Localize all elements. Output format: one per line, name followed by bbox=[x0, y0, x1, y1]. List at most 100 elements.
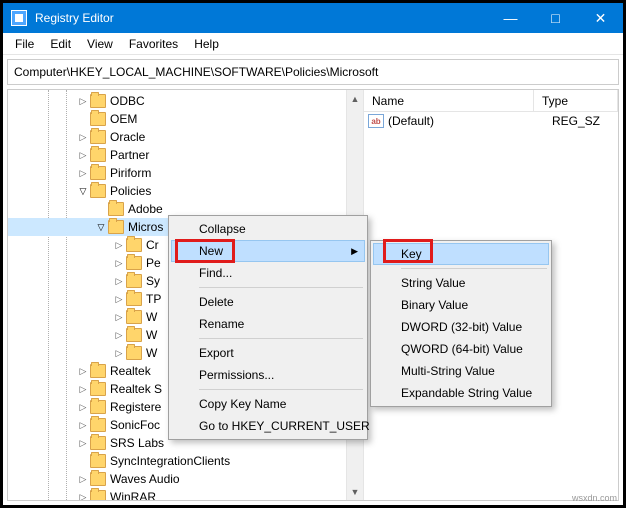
address-path: Computer\HKEY_LOCAL_MACHINE\SOFTWARE\Pol… bbox=[14, 65, 378, 79]
ctx-item-label: Key bbox=[401, 247, 422, 261]
ctx-item-delete[interactable]: Delete bbox=[171, 291, 365, 313]
caret-right-icon[interactable] bbox=[76, 168, 90, 179]
folder-icon bbox=[126, 256, 142, 270]
caret-right-icon[interactable] bbox=[112, 276, 126, 287]
caret-right-icon[interactable] bbox=[76, 420, 90, 431]
folder-icon bbox=[126, 328, 142, 342]
ctx-item-label: Permissions... bbox=[199, 368, 274, 382]
minimize-button[interactable]: — bbox=[488, 3, 533, 33]
menu-edit[interactable]: Edit bbox=[42, 35, 79, 53]
folder-icon bbox=[90, 148, 106, 162]
tree-item[interactable]: Piriform bbox=[8, 164, 363, 182]
list-row[interactable]: ab(Default)REG_SZ bbox=[364, 112, 618, 130]
tree-item-label: SRS Labs bbox=[110, 436, 164, 450]
tree-item[interactable]: Waves Audio bbox=[8, 470, 363, 488]
caret-right-icon[interactable] bbox=[112, 258, 126, 269]
folder-icon bbox=[90, 382, 106, 396]
ctx-item-copy-key-name[interactable]: Copy Key Name bbox=[171, 393, 365, 415]
ctx-item-collapse[interactable]: Collapse bbox=[171, 218, 365, 240]
caret-right-icon[interactable] bbox=[76, 366, 90, 377]
tree-item-label: Pe bbox=[146, 256, 161, 270]
maximize-button[interactable]: □ bbox=[533, 3, 578, 33]
ctx-item-label: Delete bbox=[199, 295, 234, 309]
caret-right-icon[interactable] bbox=[76, 402, 90, 413]
ctx-item-permissions[interactable]: Permissions... bbox=[171, 364, 365, 386]
folder-icon bbox=[90, 454, 106, 468]
menu-help[interactable]: Help bbox=[186, 35, 227, 53]
folder-icon bbox=[126, 310, 142, 324]
submenu-item-multi-string-value[interactable]: Multi-String Value bbox=[373, 360, 549, 382]
folder-icon bbox=[126, 274, 142, 288]
window-controls: — □ ✕ bbox=[488, 3, 623, 33]
caret-right-icon[interactable] bbox=[112, 294, 126, 305]
caret-right-icon[interactable] bbox=[76, 150, 90, 161]
menu-separator bbox=[401, 268, 547, 269]
ctx-item-rename[interactable]: Rename bbox=[171, 313, 365, 335]
scroll-up-icon[interactable]: ▲ bbox=[347, 90, 363, 107]
tree-item[interactable]: Policies bbox=[8, 182, 363, 200]
menu-separator bbox=[199, 389, 363, 390]
tree-item[interactable]: Partner bbox=[8, 146, 363, 164]
tree-item-label: Oracle bbox=[110, 130, 145, 144]
caret-right-icon[interactable] bbox=[76, 132, 90, 143]
ctx-item-label: Export bbox=[199, 346, 234, 360]
tree-item-label: Adobe bbox=[128, 202, 163, 216]
tree-item-label: Realtek S bbox=[110, 382, 162, 396]
tree-item[interactable]: Oracle bbox=[8, 128, 363, 146]
tree-item[interactable]: OEM bbox=[8, 110, 363, 128]
menu-file[interactable]: File bbox=[7, 35, 42, 53]
ctx-item-label: Go to HKEY_CURRENT_USER bbox=[199, 419, 370, 433]
col-header-name[interactable]: Name bbox=[364, 90, 534, 111]
title-bar: Registry Editor — □ ✕ bbox=[3, 3, 623, 33]
caret-down-icon[interactable] bbox=[94, 222, 108, 233]
tree-item-label: OEM bbox=[110, 112, 137, 126]
footer-credit: wsxdn.com bbox=[572, 493, 617, 503]
submenu-item-qword-64-bit-value[interactable]: QWORD (64-bit) Value bbox=[373, 338, 549, 360]
ctx-item-label: QWORD (64-bit) Value bbox=[401, 342, 523, 356]
ctx-item-go-to-hkey-current-user[interactable]: Go to HKEY_CURRENT_USER bbox=[171, 415, 365, 437]
string-value-icon: ab bbox=[368, 114, 384, 128]
caret-right-icon[interactable] bbox=[76, 384, 90, 395]
tree-item[interactable]: WinRAR bbox=[8, 488, 363, 500]
tree-item-label: Policies bbox=[110, 184, 151, 198]
address-bar[interactable]: Computer\HKEY_LOCAL_MACHINE\SOFTWARE\Pol… bbox=[7, 59, 619, 85]
caret-down-icon[interactable] bbox=[76, 186, 90, 197]
tree-item[interactable]: ODBC bbox=[8, 92, 363, 110]
scroll-down-icon[interactable]: ▼ bbox=[347, 483, 363, 500]
app-icon bbox=[11, 10, 27, 26]
col-header-type[interactable]: Type bbox=[534, 90, 618, 111]
submenu-item-expandable-string-value[interactable]: Expandable String Value bbox=[373, 382, 549, 404]
tree-item-label: Partner bbox=[110, 148, 149, 162]
ctx-item-label: String Value bbox=[401, 276, 465, 290]
caret-right-icon[interactable] bbox=[112, 240, 126, 251]
list-header: Name Type bbox=[364, 90, 618, 112]
caret-right-icon[interactable] bbox=[76, 96, 90, 107]
ctx-item-new[interactable]: New▶ bbox=[171, 240, 365, 262]
caret-right-icon[interactable] bbox=[112, 312, 126, 323]
ctx-item-label: Copy Key Name bbox=[199, 397, 286, 411]
submenu-item-string-value[interactable]: String Value bbox=[373, 272, 549, 294]
caret-right-icon[interactable] bbox=[76, 438, 90, 449]
tree-item[interactable]: SyncIntegrationClients bbox=[8, 452, 363, 470]
tree-item-label: Micros bbox=[128, 220, 163, 234]
submenu-item-dword-32-bit-value[interactable]: DWORD (32-bit) Value bbox=[373, 316, 549, 338]
ctx-item-label: DWORD (32-bit) Value bbox=[401, 320, 522, 334]
ctx-item-label: Rename bbox=[199, 317, 244, 331]
tree-item-label: Piriform bbox=[110, 166, 151, 180]
caret-right-icon[interactable] bbox=[112, 330, 126, 341]
caret-right-icon[interactable] bbox=[76, 474, 90, 485]
tree-item-label: Waves Audio bbox=[110, 472, 180, 486]
folder-icon bbox=[90, 94, 106, 108]
folder-icon bbox=[90, 112, 106, 126]
submenu-item-binary-value[interactable]: Binary Value bbox=[373, 294, 549, 316]
ctx-item-export[interactable]: Export bbox=[171, 342, 365, 364]
menu-favorites[interactable]: Favorites bbox=[121, 35, 186, 53]
folder-icon bbox=[126, 346, 142, 360]
close-button[interactable]: ✕ bbox=[578, 3, 623, 33]
ctx-item-find[interactable]: Find... bbox=[171, 262, 365, 284]
submenu-item-key[interactable]: Key bbox=[373, 243, 549, 265]
caret-right-icon[interactable] bbox=[76, 492, 90, 501]
caret-right-icon[interactable] bbox=[112, 348, 126, 359]
folder-icon bbox=[126, 238, 142, 252]
menu-view[interactable]: View bbox=[79, 35, 121, 53]
